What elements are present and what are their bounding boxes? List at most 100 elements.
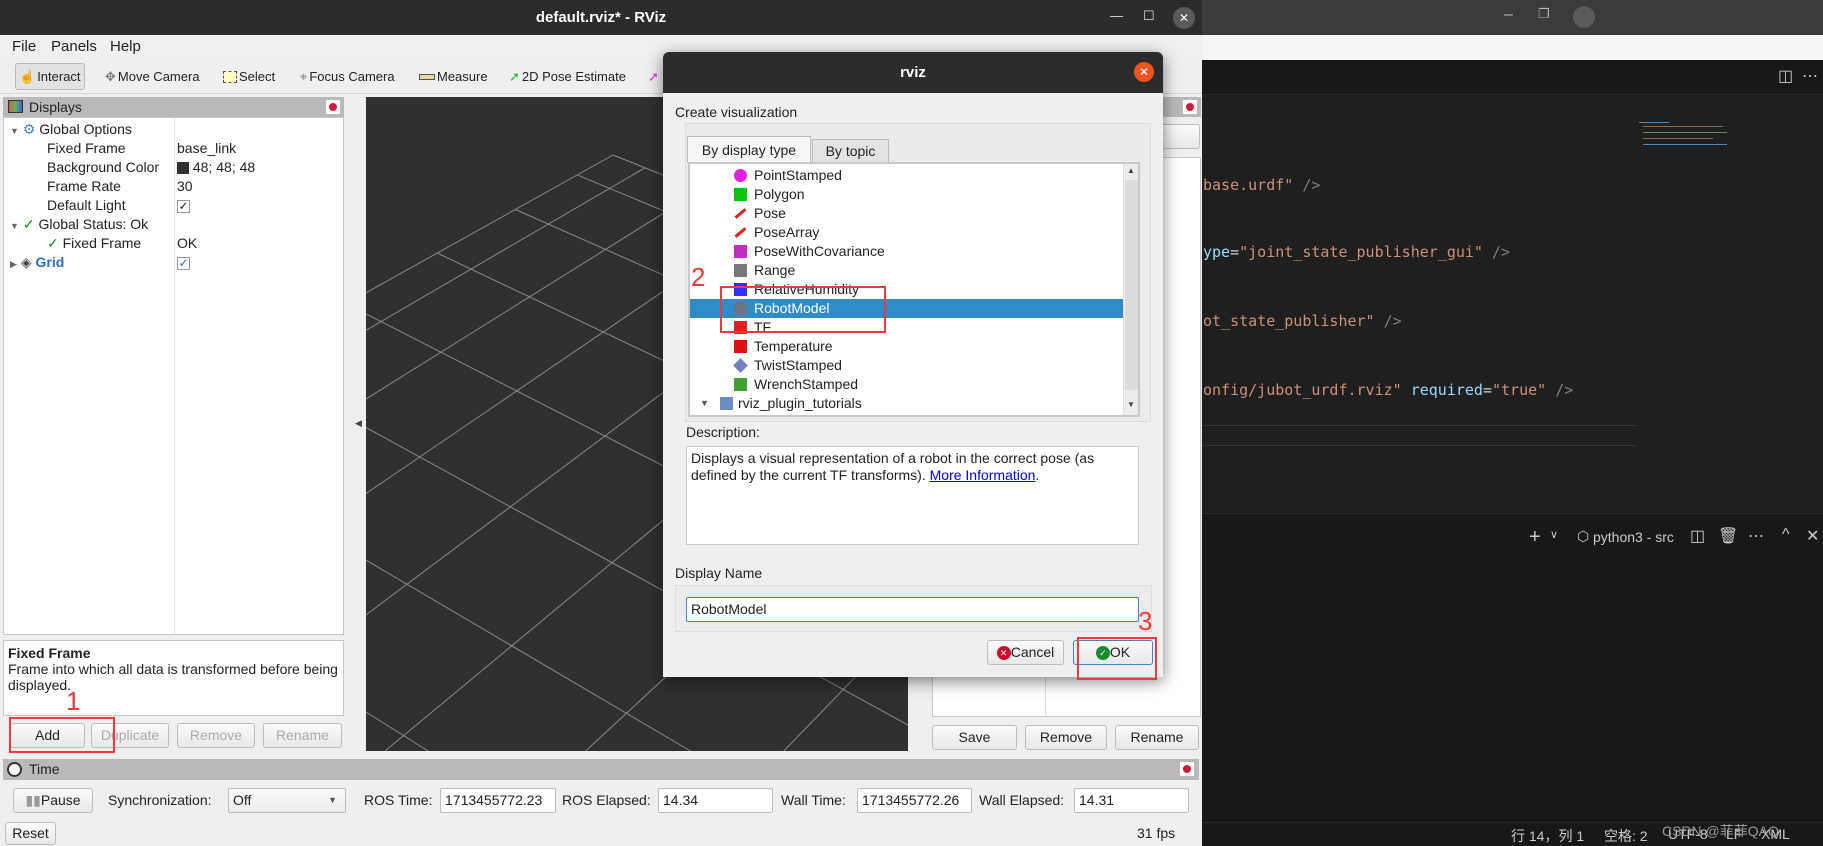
close-icon[interactable] bbox=[1573, 6, 1595, 28]
list-scrollbar[interactable]: ▲ ▼ bbox=[1123, 164, 1138, 415]
tree-row-frame-rate[interactable]: Frame Rate bbox=[47, 177, 121, 196]
tab-by-topic[interactable]: By topic bbox=[812, 139, 889, 163]
tree-row-global-options[interactable]: ▼ ⚙ Global Options bbox=[10, 120, 132, 139]
expand-arrow-icon[interactable]: ▼ bbox=[10, 126, 19, 136]
list-item-range[interactable]: Range bbox=[690, 261, 1124, 280]
more-icon[interactable]: ⋯ bbox=[1748, 526, 1764, 546]
move-camera-tool[interactable]: ✥ Move Camera bbox=[102, 63, 203, 90]
background-color-value[interactable]: 48; 48; 48 bbox=[177, 158, 255, 177]
reset-button[interactable]: Reset bbox=[5, 822, 56, 845]
rename-button[interactable]: Rename bbox=[263, 723, 342, 748]
polygon-icon bbox=[734, 188, 747, 201]
pause-icon: ▮▮ bbox=[25, 792, 41, 808]
trash-icon[interactable]: 🗑 bbox=[1718, 526, 1738, 546]
close-panel-icon[interactable]: ✕ bbox=[1806, 526, 1819, 546]
tree-row-global-status[interactable]: ▼ ✓ Global Status: Ok bbox=[10, 215, 148, 234]
save-view-button[interactable]: Save bbox=[932, 725, 1017, 750]
ros-elapsed-field[interactable]: 14.34 bbox=[658, 788, 773, 813]
split-editor-icon[interactable]: ◫ bbox=[1778, 66, 1793, 86]
tree-row-background-color[interactable]: Background Color bbox=[47, 158, 159, 177]
list-item-rviz-plugin-tutorials[interactable]: ▼ rviz_plugin_tutorials bbox=[690, 394, 1124, 413]
list-item-polygon[interactable]: Polygon bbox=[690, 185, 1124, 204]
list-item-wrenchstamped[interactable]: WrenchStamped bbox=[690, 375, 1124, 394]
checkbox[interactable]: ✓ bbox=[177, 256, 190, 270]
list-item-pose[interactable]: Pose bbox=[690, 204, 1124, 223]
menu-help[interactable]: Help bbox=[110, 38, 141, 55]
code-token: /> bbox=[1546, 381, 1574, 399]
default-light-checkbox[interactable]: ✓ bbox=[177, 196, 190, 215]
list-item-twiststamped[interactable]: TwistStamped bbox=[690, 356, 1124, 375]
checkbox[interactable]: ✓ bbox=[177, 199, 190, 213]
tab-by-display-type[interactable]: By display type bbox=[687, 136, 811, 163]
list-item-temperature[interactable]: Temperature bbox=[690, 337, 1124, 356]
terminal-name[interactable]: python3 - src bbox=[1593, 529, 1674, 545]
select-tool[interactable]: Select bbox=[220, 63, 278, 90]
fixed-frame-value[interactable]: base_link bbox=[177, 139, 236, 158]
code-line[interactable]: onfig/jubot_urdf.rviz" required="true" /… bbox=[1203, 381, 1573, 399]
wall-time-field[interactable]: 1713455772.26 bbox=[857, 788, 972, 813]
chevron-down-icon[interactable]: ∨ bbox=[1550, 528, 1558, 541]
ros-time-field[interactable]: 1713455772.23 bbox=[440, 788, 556, 813]
list-item-posearray[interactable]: PoseArray bbox=[690, 223, 1124, 242]
restore-icon[interactable]: ❐ bbox=[1538, 6, 1550, 22]
2d-nav-goal-tool[interactable]: ➚ bbox=[645, 63, 662, 90]
2d-pose-estimate-tool[interactable]: ➚ 2D Pose Estimate bbox=[506, 63, 629, 90]
tree-row-grid[interactable]: ▶ ◈ Grid bbox=[10, 253, 64, 272]
tree-row-default-light[interactable]: Default Light bbox=[47, 196, 126, 215]
scrollbar-thumb[interactable] bbox=[1125, 180, 1138, 390]
remove-view-button[interactable]: Remove bbox=[1025, 725, 1107, 750]
scroll-up-icon[interactable]: ▲ bbox=[1127, 166, 1135, 175]
rviz-window: default.rviz* - RViz — ☐ ✕ File Panels H… bbox=[0, 0, 1202, 846]
maximize-icon[interactable]: ☐ bbox=[1143, 8, 1155, 24]
item-label: PoseWithCovariance bbox=[754, 243, 885, 259]
dialog-close-icon[interactable]: ✕ bbox=[1134, 62, 1154, 82]
focus-camera-tool[interactable]: ⌖ Focus Camera bbox=[297, 63, 398, 90]
close-icon[interactable]: ✕ bbox=[1173, 7, 1195, 29]
synchronization-select[interactable]: Off ▼ bbox=[228, 788, 346, 813]
annotation-box-1 bbox=[9, 717, 115, 753]
status-cursor[interactable]: 行 14，列 1 bbox=[1511, 826, 1584, 846]
wall-elapsed-field[interactable]: 14.31 bbox=[1074, 788, 1189, 813]
expand-arrow-icon[interactable]: ▼ bbox=[700, 394, 709, 413]
code-line[interactable]: ot_state_publisher" /> bbox=[1203, 312, 1402, 330]
code-token: /> bbox=[1482, 243, 1511, 261]
menu-panels[interactable]: Panels bbox=[51, 38, 97, 55]
minimize-icon[interactable]: – bbox=[1504, 6, 1513, 24]
help-text: Frame into which all data is transformed… bbox=[8, 661, 338, 693]
list-item-posewithcovariance[interactable]: PoseWithCovariance bbox=[690, 242, 1124, 261]
item-label: PointStamped bbox=[754, 167, 842, 183]
collapse-left-icon[interactable]: ◀ bbox=[355, 418, 362, 429]
pause-button[interactable]: ▮▮Pause bbox=[13, 788, 93, 813]
display-name-input[interactable]: RobotModel bbox=[686, 597, 1139, 622]
grid-checkbox[interactable]: ✓ bbox=[177, 253, 190, 272]
list-item-pointstamped[interactable]: PointStamped bbox=[690, 166, 1124, 185]
code-line[interactable]: base.urdf" /> bbox=[1203, 176, 1320, 194]
point-icon bbox=[734, 169, 747, 182]
maximize-panel-icon[interactable]: ^ bbox=[1782, 526, 1790, 544]
code-line[interactable]: ype="joint_state_publisher_gui" /> bbox=[1203, 243, 1510, 261]
split-terminal-icon[interactable]: ◫ bbox=[1690, 526, 1705, 546]
tree-row-status-fixed-frame[interactable]: ✓ Fixed Frame bbox=[47, 234, 141, 253]
close-panel-button[interactable] bbox=[325, 99, 341, 115]
status-indent[interactable]: 空格: 2 bbox=[1604, 826, 1648, 846]
interact-tool[interactable]: ☝ Interact bbox=[15, 63, 85, 90]
frame-rate-value[interactable]: 30 bbox=[177, 177, 193, 196]
tree-row-fixed-frame[interactable]: Fixed Frame bbox=[47, 139, 126, 158]
rename-view-button[interactable]: Rename bbox=[1115, 725, 1199, 750]
close-panel-button[interactable] bbox=[1182, 99, 1198, 115]
more-actions-icon[interactable]: ⋯ bbox=[1802, 66, 1818, 86]
vscode-editor[interactable] bbox=[1202, 95, 1823, 513]
minimize-icon[interactable]: — bbox=[1110, 8, 1123, 23]
more-information-link[interactable]: More Information bbox=[930, 467, 1036, 483]
scroll-down-icon[interactable]: ▼ bbox=[1127, 400, 1135, 409]
close-panel-button[interactable] bbox=[1179, 761, 1195, 777]
menu-file[interactable]: File bbox=[12, 38, 36, 55]
cancel-button[interactable]: ✕ Cancel bbox=[987, 640, 1064, 665]
new-terminal-icon[interactable]: + bbox=[1529, 526, 1541, 549]
remove-button[interactable]: Remove bbox=[177, 723, 255, 748]
collapse-arrow-icon[interactable]: ▶ bbox=[10, 259, 17, 269]
measure-tool[interactable]: Measure bbox=[416, 63, 491, 90]
expand-arrow-icon[interactable]: ▼ bbox=[10, 221, 19, 231]
minimap[interactable] bbox=[1637, 120, 1727, 150]
move-icon: ✥ bbox=[105, 69, 116, 84]
